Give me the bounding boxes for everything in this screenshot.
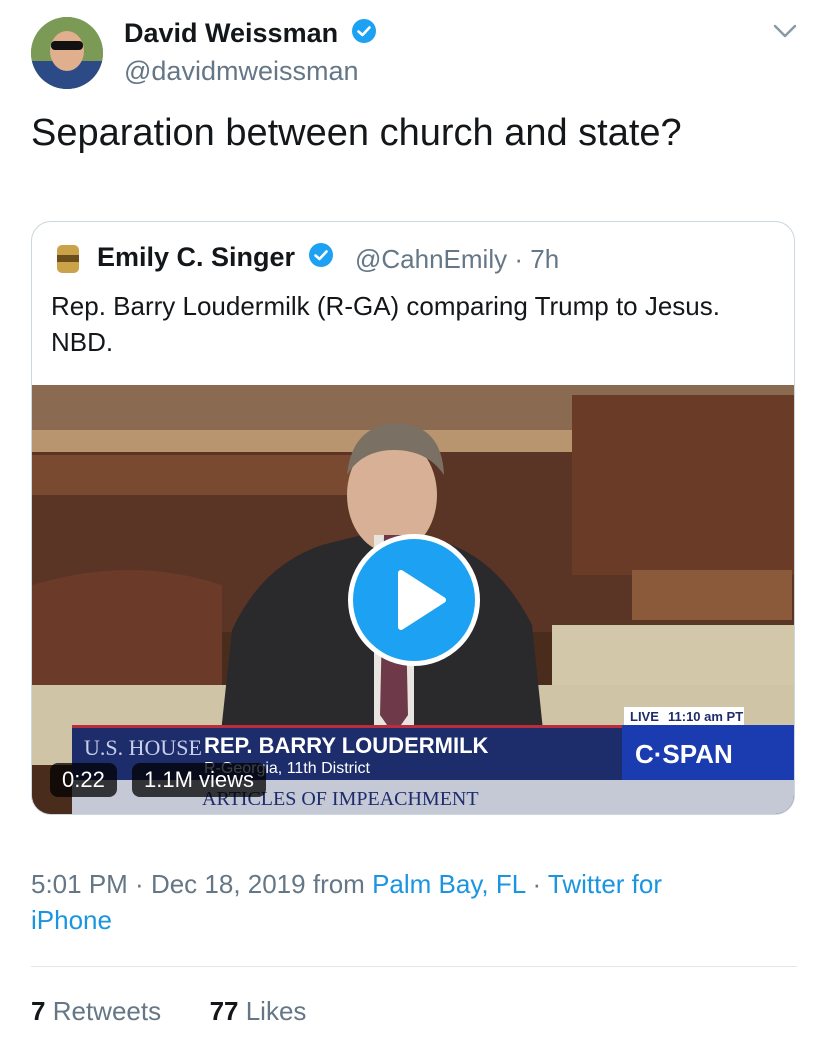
chyron-network: C·SPAN (635, 739, 733, 769)
author-name[interactable]: David Weissman (124, 18, 376, 50)
chyron-speaker: REP. BARRY LOUDERMILK (204, 733, 489, 758)
tweet-meta: 5:01 PM · Dec 18, 2019 from Palm Bay, FL… (31, 869, 663, 935)
tweet-text: Separation between church and state? (31, 112, 682, 154)
video-player[interactable]: LIVE 11:10 am PT C·SPAN U.S. HOUSE REP. … (32, 385, 794, 814)
author-name-text[interactable]: David Weissman (124, 18, 338, 48)
quoted-time[interactable]: 7h (530, 244, 559, 274)
quoted-separator: · (514, 244, 524, 274)
quoted-author-name-text[interactable]: Emily C. Singer (97, 242, 295, 272)
source-link-line1[interactable]: Twitter for (548, 869, 662, 899)
verified-badge-icon (351, 19, 376, 50)
tweet-time: 5:01 PM (31, 869, 128, 899)
likes-label[interactable]: Likes (246, 996, 307, 1026)
verified-badge-icon (308, 243, 333, 274)
tweet-date: Dec 18, 2019 (150, 869, 306, 899)
quoted-text: Rep. Barry Loudermilk (R-GA) comparing T… (51, 291, 720, 357)
likes-stat[interactable]: 77 Likes (210, 996, 307, 1026)
chevron-down-icon[interactable] (772, 20, 798, 42)
author-handle[interactable]: @davidmweissman (124, 56, 358, 87)
play-button[interactable] (348, 534, 480, 666)
quoted-handle-line: @CahnEmily · 7h (355, 244, 559, 275)
source-link-line2[interactable]: iPhone (31, 905, 112, 935)
video-views: 1.1M views (132, 763, 267, 797)
chyron-house: U.S. HOUSE (84, 735, 202, 760)
likes-count[interactable]: 77 (210, 996, 239, 1026)
quoted-handle[interactable]: @CahnEmily (355, 244, 507, 274)
avatar[interactable] (31, 17, 103, 89)
quoted-tweet-card[interactable]: Emily C. Singer @CahnEmily · 7h Rep. Bar… (31, 221, 795, 815)
quoted-author-name[interactable]: Emily C. Singer (97, 242, 333, 274)
chyron-live: LIVE (630, 709, 659, 724)
video-duration: 0:22 (50, 763, 117, 797)
chyron-time: 11:10 am PT (668, 709, 743, 724)
quoted-avatar (54, 243, 82, 275)
retweets-stat[interactable]: 7 Retweets (31, 996, 161, 1026)
retweets-count[interactable]: 7 (31, 996, 45, 1026)
location-link[interactable]: Palm Bay, FL (372, 869, 525, 899)
divider (31, 966, 797, 967)
play-icon (398, 570, 446, 630)
retweets-label[interactable]: Retweets (53, 996, 161, 1026)
tweet-stats: 7 Retweets 77 Likes (31, 996, 306, 1027)
from-label: from (312, 869, 365, 899)
